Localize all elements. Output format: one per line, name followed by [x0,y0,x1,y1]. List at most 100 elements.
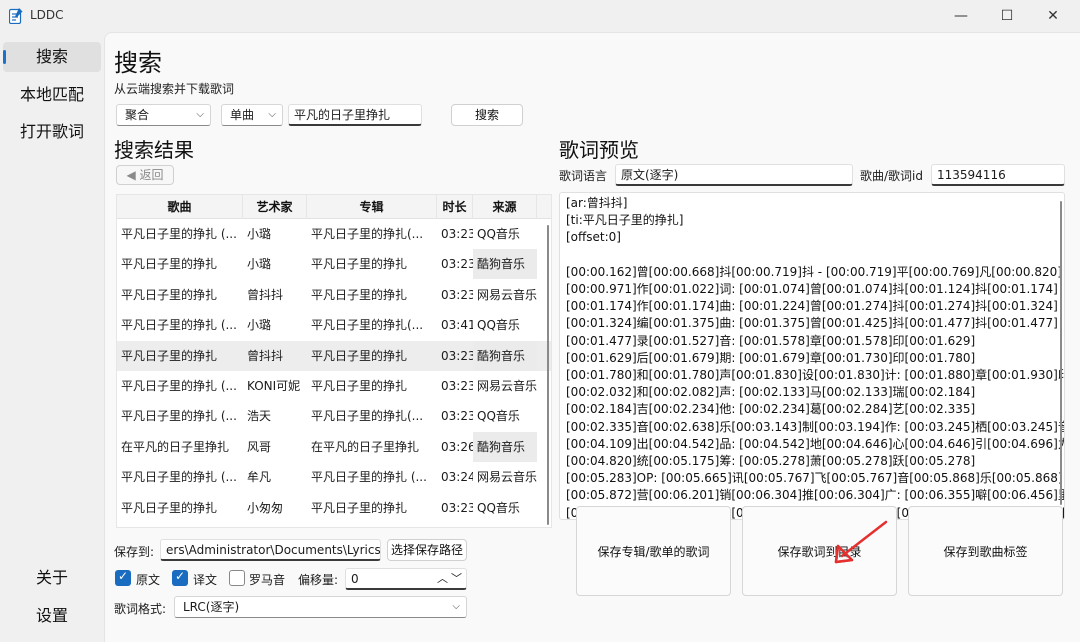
close-button[interactable]: ✕ [1030,0,1076,32]
cell-source: 网易云音乐 [477,470,537,485]
lyrics-language-field[interactable]: 原文(逐字) [615,164,853,186]
cell-artist: 风哥 [247,439,272,454]
minimize-button[interactable]: — [938,0,984,32]
column-header-artist[interactable]: 艺术家 [243,195,307,219]
cell-album: 平凡日子里的挣扎 [311,257,408,272]
cell-source: QQ音乐 [477,227,520,241]
lyrics-format-label: 歌词格式: [114,602,167,616]
cell-song: 在平凡的日子里挣扎 [121,439,230,454]
table-row[interactable]: 平凡日子里的挣扎 (... 牟凡 平凡日子里的挣扎 (... 03:24 网易云音乐 [117,462,551,492]
original-label: 原文 [136,573,161,587]
offset-spinbox[interactable]: 0 ︿ ﹀ [345,568,467,590]
cell-album: 平凡日子里的挣扎 [311,287,408,302]
cell-artist: 小璐 [247,227,272,241]
cell-album: 在平凡的日子里挣扎 [311,439,420,454]
lyrics-format-select[interactable]: LRC(逐字) ⌵ [174,596,467,618]
cell-duration: 03:23 [441,227,473,241]
original-checkbox[interactable] [115,569,131,586]
app-logo-icon [9,8,23,24]
column-header-album[interactable]: 专辑 [307,195,437,219]
cell-source: QQ音乐 [477,500,520,515]
maximize-icon: ☐ [1000,8,1014,24]
cell-song: 平凡日子里的挣扎 (... [121,379,237,393]
back-button-label: 返回 [139,168,164,182]
search-button[interactable]: 搜索 [451,104,523,126]
results-table: 歌曲 艺术家 专辑 时长 来源 平凡日子里的挣扎 (... 小璐平凡日子里的挣扎(… [116,194,552,528]
cell-artist: 小匆匆 [247,500,284,515]
source-select-value: 聚合 [125,108,150,122]
translation-label: 译文 [193,573,218,587]
offset-label: 偏移量: [298,573,339,587]
lyrics-preview[interactable]: [ar:曾抖抖] [ti:平凡日子里的挣扎] [offset:0] [00:00… [559,192,1065,520]
save-album-lyrics-button[interactable]: 保存专辑/歌单的歌词 [576,506,731,596]
sidebar-item-open-lyrics[interactable]: 打开歌词 [3,117,101,147]
cell-source: 网易云音乐 [477,379,537,393]
spin-down-icon[interactable]: ﹀ [451,569,462,588]
table-row[interactable]: 在平凡的日子里挣扎 风哥 在平凡的日子里挣扎 03:26 酷狗音乐 [117,431,551,462]
cell-source: 酷狗音乐 [473,249,537,280]
cell-album: 平凡日子里的挣扎(... [311,318,424,333]
cell-source: QQ音乐 [477,318,520,333]
cell-album: 平凡日子里的挣扎 (... [311,470,427,485]
table-scrollbar[interactable] [547,225,549,525]
column-header-source[interactable]: 来源 [473,195,537,219]
sidebar-item-search[interactable]: 搜索 [3,42,101,72]
table-row[interactable]: 平凡日子里的挣扎 (... 浩天 平凡日子里的挣扎(... 03:23 QQ音乐 [117,401,551,431]
cell-song: 平凡日子里的挣扎 (... [121,227,237,241]
column-header-song[interactable]: 歌曲 [117,195,243,219]
cell-album: 平凡日子里的挣扎 [311,500,408,515]
type-select[interactable]: 单曲 ⌵ [221,104,283,126]
cell-song: 平凡日子里的挣扎 (... [121,318,237,333]
table-row[interactable]: 平凡日子里的挣扎 (... 小璐 平凡日子里的挣扎(... 03:23 QQ音乐 [117,219,551,249]
chevron-down-icon: ⌵ [196,109,204,120]
save-path-field[interactable]: ers\Administrator\Documents\Lyrics [160,539,381,561]
lyrics-language-label: 歌词语言 [559,169,608,183]
translation-checkbox[interactable] [172,569,188,586]
sidebar-item-label: 搜索 [35,47,68,66]
cell-source: 酷狗音乐 [473,431,537,462]
lyrics-scrollbar[interactable] [1060,201,1062,505]
source-select[interactable]: 聚合 ⌵ [116,104,211,126]
sidebar-item-local-match[interactable]: 本地匹配 [3,80,101,110]
annotation-arrow-icon [834,520,888,564]
table-row[interactable]: 平凡日子里的挣扎 小匆匆 平凡日子里的挣扎 03:23 QQ音乐 [117,493,551,523]
back-arrow-icon: ◀ [126,168,136,182]
table-row[interactable]: 平凡日子里的挣扎 (... 小璐 平凡日子里的挣扎(... 03:41 QQ音乐 [117,310,551,340]
spin-up-icon[interactable]: ︿ [437,569,448,588]
table-row[interactable]: 平凡日子里的挣扎 曾抖抖 平凡日子里的挣扎 03:23 网易云音乐 [117,280,551,310]
cell-duration: 03:41 [441,318,473,333]
sidebar-item-label: 设置 [35,606,68,625]
type-select-value: 单曲 [230,108,255,122]
cell-artist: 曾抖抖 [247,287,284,302]
cell-album: 平凡日子里的挣扎 [311,348,408,363]
search-input[interactable]: 平凡的日子里挣扎 [288,104,422,126]
sidebar-item-settings[interactable]: 设置 [3,601,101,631]
cell-duration: 03:23 [441,287,473,302]
sidebar-item-about[interactable]: 关于 [3,563,101,593]
maximize-button[interactable]: ☐ [984,0,1030,32]
cell-duration: 03:24 [441,470,473,485]
cell-artist: KONI可妮 [247,379,301,393]
table-row[interactable]: 平凡日子里的挣扎 小璐 平凡日子里的挣扎 03:23 酷狗音乐 [117,249,551,280]
lyrics-format-value: LRC(逐字) [183,600,240,614]
choose-save-path-button[interactable]: 选择保存路径 [387,539,467,561]
cell-song: 平凡日子里的挣扎 [121,257,218,272]
table-row[interactable]: 平凡日子里的挣扎 (... KONI可妮 平凡日子里的挣扎 03:23 网易云音乐 [117,371,551,401]
column-header-duration[interactable]: 时长 [437,195,473,219]
back-button[interactable]: ◀ 返回 [116,165,174,185]
sidebar-item-label: 关于 [35,568,68,587]
table-row[interactable]: 平凡日子里的挣扎 曾抖抖 平凡日子里的挣扎 03:23 酷狗音乐 [117,340,551,371]
cell-duration: 03:23 [441,257,473,272]
cell-duration: 03:23 [441,379,473,393]
sidebar-item-label: 打开歌词 [19,122,84,141]
romaji-checkbox[interactable] [229,570,245,586]
sidebar: 搜索 本地匹配 打开歌词 关于 设置 [0,32,104,642]
song-id-field[interactable]: 113594116 [931,164,1065,186]
table-header: 歌曲 艺术家 专辑 时长 来源 [117,195,551,219]
cell-artist: 小璐 [247,257,272,272]
save-to-song-tag-button[interactable]: 保存到歌曲标签 [908,506,1063,596]
cell-song: 平凡日子里的挣扎 [121,500,218,515]
cell-source: 网易云音乐 [477,287,537,302]
minimize-icon: — [954,8,968,24]
cell-duration: 03:23 [441,500,473,515]
